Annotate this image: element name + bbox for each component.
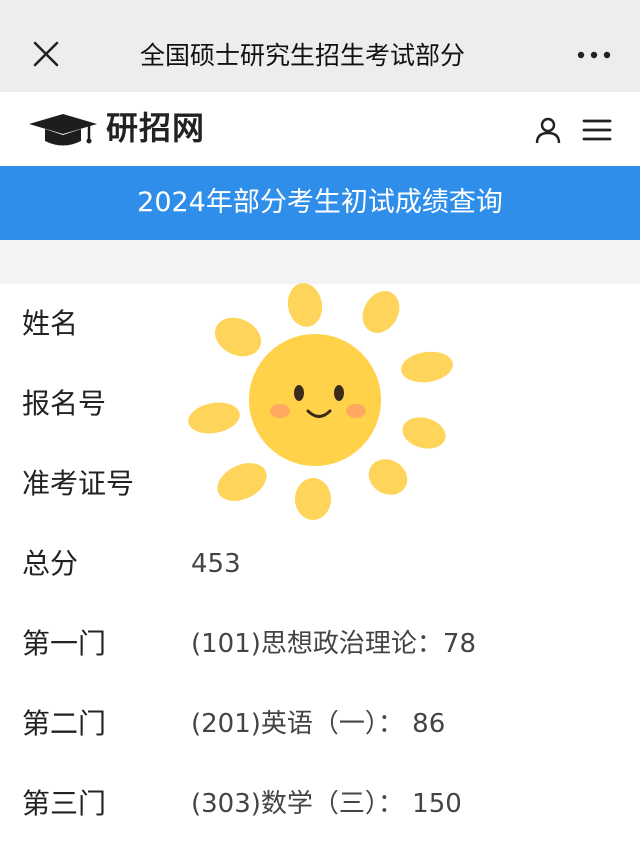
row-label: 总分	[22, 547, 79, 580]
more-icon[interactable]	[576, 43, 612, 67]
row-label: 第一门	[22, 627, 107, 660]
score-query-banner: 2024年部分考生初试成绩查询	[0, 166, 640, 240]
result-row-subject-2: 第二门 (201)英语（一）： 86	[0, 684, 640, 764]
result-row-total-score: 总分 453	[0, 524, 640, 604]
result-row-subject-1: 第一门 (101)思想政治理论：78	[0, 604, 640, 684]
row-label: 准考证号	[22, 467, 135, 500]
row-value: (101)思想政治理论：78	[191, 629, 476, 659]
hamburger-menu-icon[interactable]	[582, 117, 612, 143]
section-divider	[0, 240, 640, 284]
page-title: 全国硕士研究生招生考试部分	[140, 41, 466, 70]
row-value: 453	[191, 549, 241, 579]
result-row-name: 姓名	[0, 284, 640, 364]
row-value: (303)数学（三）： 150	[191, 789, 462, 819]
row-label: 第二门	[22, 707, 107, 740]
result-row-registration-number: 报名号	[0, 364, 640, 444]
graduation-cap-icon	[29, 114, 97, 146]
result-row-admission-ticket: 准考证号	[0, 444, 640, 524]
result-row-subject-3: 第三门 (303)数学（三）： 150	[0, 764, 640, 844]
site-logo-text[interactable]: 研招网	[106, 106, 205, 150]
score-result-panel: 姓名 报名号 准考证号 总分 453 第一门 (101)思想政治理论：78 第二…	[0, 284, 640, 853]
row-value: (201)英语（一）： 86	[191, 709, 446, 739]
row-label: 姓名	[22, 307, 79, 340]
row-label: 报名号	[22, 387, 107, 420]
close-icon[interactable]	[32, 40, 60, 68]
row-label: 第三门	[22, 787, 107, 820]
user-icon[interactable]	[534, 116, 562, 144]
